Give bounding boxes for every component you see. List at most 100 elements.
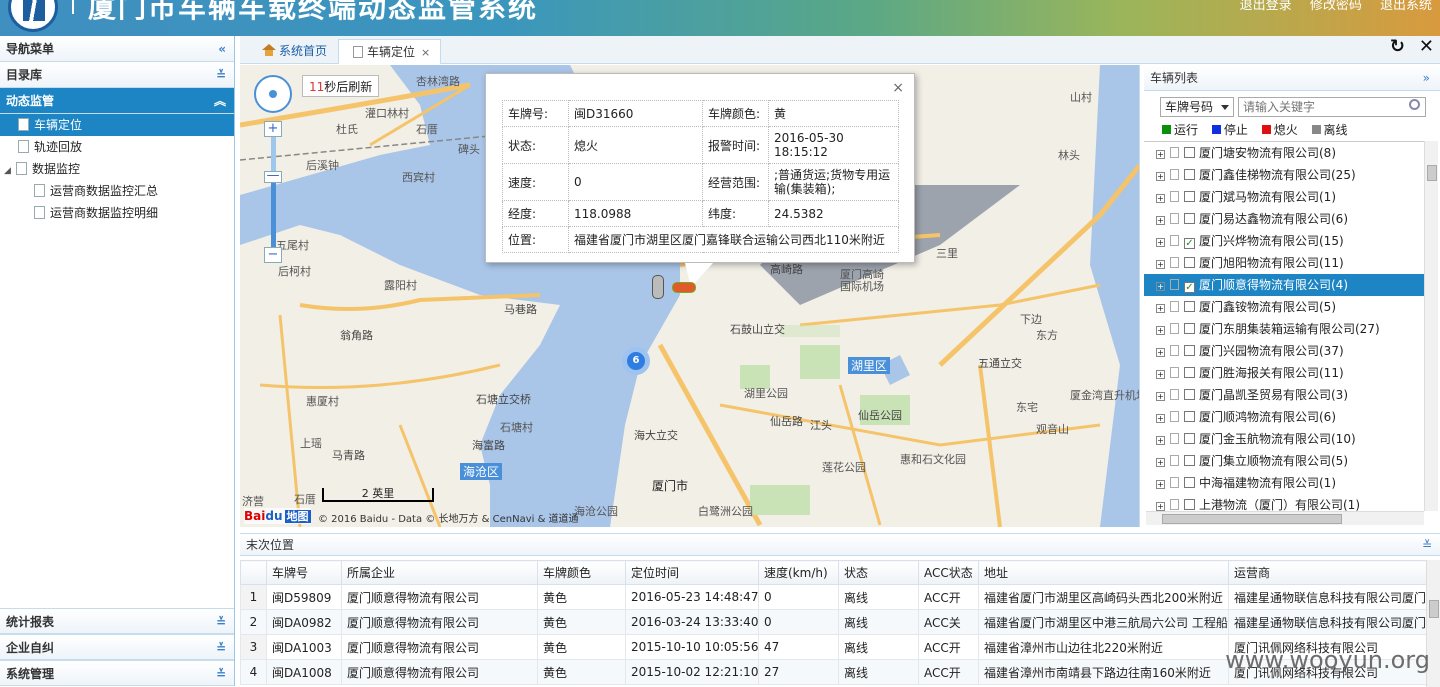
column-header[interactable]: 定位时间 — [626, 561, 759, 585]
exit-system-link[interactable]: 退出系统 — [1380, 0, 1432, 13]
checkbox[interactable] — [1184, 367, 1195, 378]
checkbox[interactable]: ✓ — [1184, 282, 1195, 293]
sidebar-section-reports[interactable]: 统计报表 ≚ — [0, 608, 234, 634]
checkbox[interactable] — [1184, 191, 1195, 202]
expand-icon[interactable]: + — [1156, 260, 1165, 269]
sidebar-section-system-admin[interactable]: 系统管理 ≚ — [0, 660, 234, 686]
expand-icon[interactable]: + — [1156, 370, 1165, 379]
column-header[interactable]: 所属企业 — [342, 561, 538, 585]
expand-icon[interactable]: + — [1156, 216, 1165, 225]
column-header[interactable]: 地址 — [979, 561, 1229, 585]
checkbox[interactable] — [1184, 389, 1195, 400]
sidebar-section-self-correction[interactable]: 企业自纠 ≚ — [0, 634, 234, 660]
sidebar-item-data-monitor[interactable]: ◢数据监控 — [0, 158, 234, 180]
vehicle-marker[interactable] — [652, 275, 664, 299]
expand-icon[interactable]: + — [1156, 194, 1165, 203]
checkbox[interactable] — [1184, 213, 1195, 224]
search-field-select[interactable]: 车牌号码 — [1160, 97, 1234, 117]
company-tree-item[interactable]: +厦门易达鑫物流有限公司(6) — [1144, 208, 1424, 230]
sidebar-section-directory[interactable]: 目录库 ≚ — [0, 62, 234, 88]
column-header[interactable]: 状态 — [839, 561, 919, 585]
checkbox[interactable] — [1184, 345, 1195, 356]
map-view[interactable]: 杏林湾路 灌口林村 杜氏 石厝 碑头 后溪钟 西宾村 五尾村 后柯村 露阳村 马… — [240, 65, 1140, 527]
close-icon[interactable]: ✕ — [1419, 36, 1434, 57]
checkbox[interactable] — [1184, 323, 1195, 334]
collapse-panel-icon[interactable]: » — [1423, 65, 1430, 91]
sidebar-section-dynamic-monitor[interactable]: 动态监管 ︽ — [0, 88, 234, 114]
column-header[interactable]: 速度(km/h) — [759, 561, 839, 585]
tab-vehicle-location[interactable]: 车辆定位× — [338, 39, 441, 64]
expand-icon[interactable]: + — [1156, 480, 1165, 489]
checkbox[interactable] — [1184, 257, 1195, 268]
company-tree-item[interactable]: +厦门胜海报关有限公司(11) — [1144, 362, 1424, 384]
scrollbar-thumb[interactable] — [1427, 165, 1437, 181]
company-tree-item[interactable]: +厦门顺鸿物流有限公司(6) — [1144, 406, 1424, 428]
expand-icon[interactable]: + — [1156, 392, 1165, 401]
checkbox[interactable] — [1184, 301, 1195, 312]
scrollbar-thumb[interactable] — [1162, 514, 1342, 524]
expand-icon[interactable]: + — [1156, 238, 1165, 247]
table-row[interactable]: 2闽DA0982厦门顺意得物流有限公司黄色2016-03-24 13:33:40… — [241, 610, 1427, 635]
company-tree-item[interactable]: +厦门塘安物流有限公司(8) — [1144, 142, 1424, 164]
expand-icon[interactable]: + — [1156, 172, 1165, 181]
expand-icon[interactable]: + — [1156, 326, 1165, 335]
checkbox[interactable] — [1184, 147, 1195, 158]
checkbox[interactable] — [1184, 169, 1195, 180]
tab-home[interactable]: 系统首页 — [248, 39, 337, 64]
column-header[interactable] — [241, 561, 267, 585]
company-tree-item[interactable]: +厦门斌马物流有限公司(1) — [1144, 186, 1424, 208]
expand-icon[interactable]: + — [1156, 458, 1165, 467]
tab-close-icon[interactable]: × — [421, 46, 430, 59]
vehicle-marker[interactable] — [672, 282, 696, 293]
sidebar-item-operator-detail[interactable]: 运营商数据监控明细 — [0, 202, 234, 224]
column-header[interactable]: 车牌号 — [267, 561, 342, 585]
company-tree-item[interactable]: +厦门金玉航物流有限公司(10) — [1144, 428, 1424, 450]
expand-icon[interactable]: + — [1156, 436, 1165, 445]
expand-icon[interactable]: + — [1156, 502, 1165, 511]
vehicle-cluster-marker[interactable]: 6 — [622, 347, 650, 375]
sidebar-item-operator-summary[interactable]: 运营商数据监控汇总 — [0, 180, 234, 202]
refresh-icon[interactable]: ↻ — [1390, 36, 1405, 57]
company-tree-item[interactable]: +厦门东朋集装箱运输有限公司(27) — [1144, 318, 1424, 340]
column-header[interactable]: 车牌颜色 — [538, 561, 626, 585]
company-tree-item[interactable]: +中海福建物流有限公司(1) — [1144, 472, 1424, 494]
expand-triangle-icon[interactable]: ◢ — [4, 160, 16, 182]
checkbox[interactable] — [1184, 477, 1195, 488]
company-tree-item[interactable]: +厦门兴园物流有限公司(37) — [1144, 340, 1424, 362]
checkbox[interactable] — [1184, 455, 1195, 466]
expand-icon[interactable]: + — [1156, 150, 1165, 159]
company-tree-item[interactable]: +上港物流（厦门）有限公司(1) — [1144, 494, 1424, 511]
company-tree-item[interactable]: +厦门旭阳物流有限公司(11) — [1144, 252, 1424, 274]
collapse-sidebar-icon[interactable]: « — [218, 36, 226, 62]
company-tree-scrollbar[interactable] — [1424, 141, 1438, 511]
checkbox[interactable] — [1184, 433, 1195, 444]
company-tree-item[interactable]: +✓厦门顺意得物流有限公司(4) — [1144, 274, 1424, 296]
logout-link[interactable]: 退出登录 — [1240, 0, 1292, 13]
search-input[interactable] — [1238, 97, 1426, 117]
zoom-out-button[interactable]: − — [264, 247, 282, 263]
sidebar-item-vehicle-location[interactable]: 车辆定位 — [0, 114, 234, 136]
expand-icon[interactable]: + — [1156, 304, 1165, 313]
checkbox[interactable]: ✓ — [1184, 238, 1195, 249]
company-tree-hscrollbar[interactable] — [1146, 511, 1424, 525]
chevron-down-icon[interactable]: ≚ — [1422, 534, 1432, 556]
expand-icon[interactable]: + — [1156, 414, 1165, 423]
map-pan-control[interactable] — [254, 75, 292, 113]
expand-icon[interactable]: + — [1156, 282, 1165, 291]
scrollbar-thumb[interactable] — [1429, 600, 1439, 618]
zoom-slider-handle[interactable]: — — [264, 171, 282, 183]
company-tree-item[interactable]: +厦门鑫佳梯物流有限公司(25) — [1144, 164, 1424, 186]
expand-icon[interactable]: + — [1156, 348, 1165, 357]
sidebar-item-track-playback[interactable]: 轨迹回放 — [0, 136, 234, 158]
popup-close-icon[interactable]: × — [892, 80, 904, 96]
company-tree-item[interactable]: +厦门晶凯圣贸易有限公司(3) — [1144, 384, 1424, 406]
checkbox[interactable] — [1184, 499, 1195, 510]
company-tree-item[interactable]: +厦门鑫铵物流有限公司(5) — [1144, 296, 1424, 318]
zoom-in-button[interactable]: + — [264, 121, 282, 137]
checkbox[interactable] — [1184, 411, 1195, 422]
company-tree-item[interactable]: +厦门集立顺物流有限公司(5) — [1144, 450, 1424, 472]
column-header[interactable]: 运营商 — [1229, 561, 1427, 585]
change-password-link[interactable]: 修改密码 — [1310, 0, 1362, 13]
column-header[interactable]: ACC状态 — [919, 561, 979, 585]
search-icon[interactable] — [1409, 99, 1420, 110]
